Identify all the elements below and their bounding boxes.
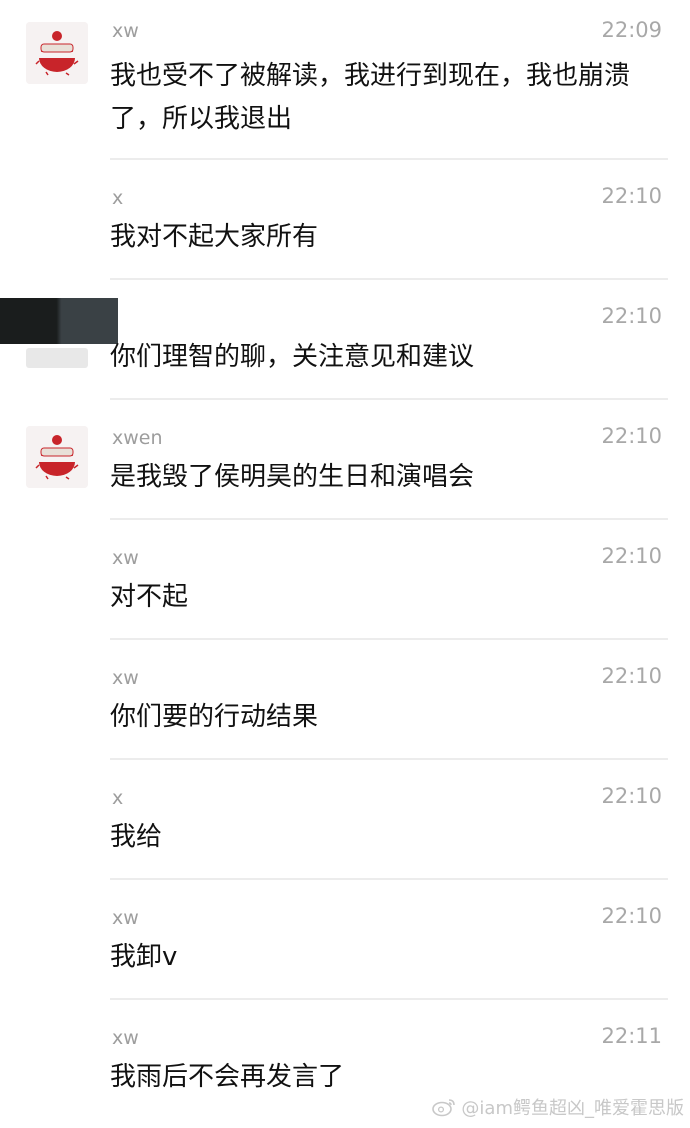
message-time: 22:10: [601, 664, 662, 688]
message-time: 22:10: [601, 544, 662, 568]
message-text: 你们理智的聊，关注意见和建议: [110, 342, 475, 372]
message-time: 22:10: [601, 184, 662, 208]
chat-message-list: xw 22:09 我也受不了被解读，我进行到现在，我也崩溃了，所以我退出 x 2…: [0, 0, 690, 1128]
message-row[interactable]: 22:10 你们理智的聊，关注意见和建议: [0, 280, 690, 400]
sender-name: x: [112, 187, 124, 209]
message-time: 22:10: [601, 904, 662, 928]
weibo-icon: [432, 1099, 456, 1117]
cartoon-avatar-icon: [26, 22, 88, 84]
message-row[interactable]: xwen 22:10 是我毁了侯明昊的生日和演唱会: [0, 400, 690, 520]
watermark-text: @iam鳄鱼超凶_唯爱霍思版: [461, 1098, 684, 1119]
message-time: 22:11: [601, 1024, 662, 1048]
message-text: 对不起: [110, 582, 189, 612]
sender-name: xw: [112, 667, 139, 689]
message-text: 我对不起大家所有: [110, 222, 319, 252]
message-time: 22:10: [601, 784, 662, 808]
message-time: 22:10: [601, 304, 662, 328]
user-avatar[interactable]: [26, 22, 88, 84]
message-row[interactable]: xw 22:09 我也受不了被解读，我进行到现在，我也崩溃了，所以我退出: [0, 0, 690, 160]
sender-name: xwen: [112, 427, 163, 449]
message-time: 22:10: [601, 424, 662, 448]
message-text: 我雨后不会再发言了: [110, 1062, 345, 1092]
message-time: 22:09: [601, 18, 662, 42]
message-text: 是我毁了侯明昊的生日和演唱会: [110, 462, 475, 492]
message-row[interactable]: xw 22:10 我卸v: [0, 880, 690, 1000]
message-row[interactable]: xw 22:10 对不起: [0, 520, 690, 640]
sender-name: xw: [112, 20, 139, 42]
message-text: 我卸v: [110, 942, 178, 972]
cartoon-avatar-icon: [26, 426, 88, 488]
sender-name: x: [112, 787, 124, 809]
message-row[interactable]: xw 22:10 你们要的行动结果: [0, 640, 690, 760]
message-text: 你们要的行动结果: [110, 702, 319, 732]
sender-name: xw: [112, 547, 139, 569]
message-row[interactable]: x 22:10 我给: [0, 760, 690, 880]
message-text: 我给: [110, 822, 163, 852]
sender-name: xw: [112, 907, 139, 929]
user-avatar[interactable]: [26, 426, 88, 488]
message-text: 我也受不了被解读，我进行到现在，我也崩溃了，所以我退出: [110, 61, 631, 134]
message-row[interactable]: x 22:10 我对不起大家所有: [0, 160, 690, 280]
sender-name: xw: [112, 1027, 139, 1049]
watermark: @iam鳄鱼超凶_唯爱霍思版: [431, 1094, 684, 1120]
